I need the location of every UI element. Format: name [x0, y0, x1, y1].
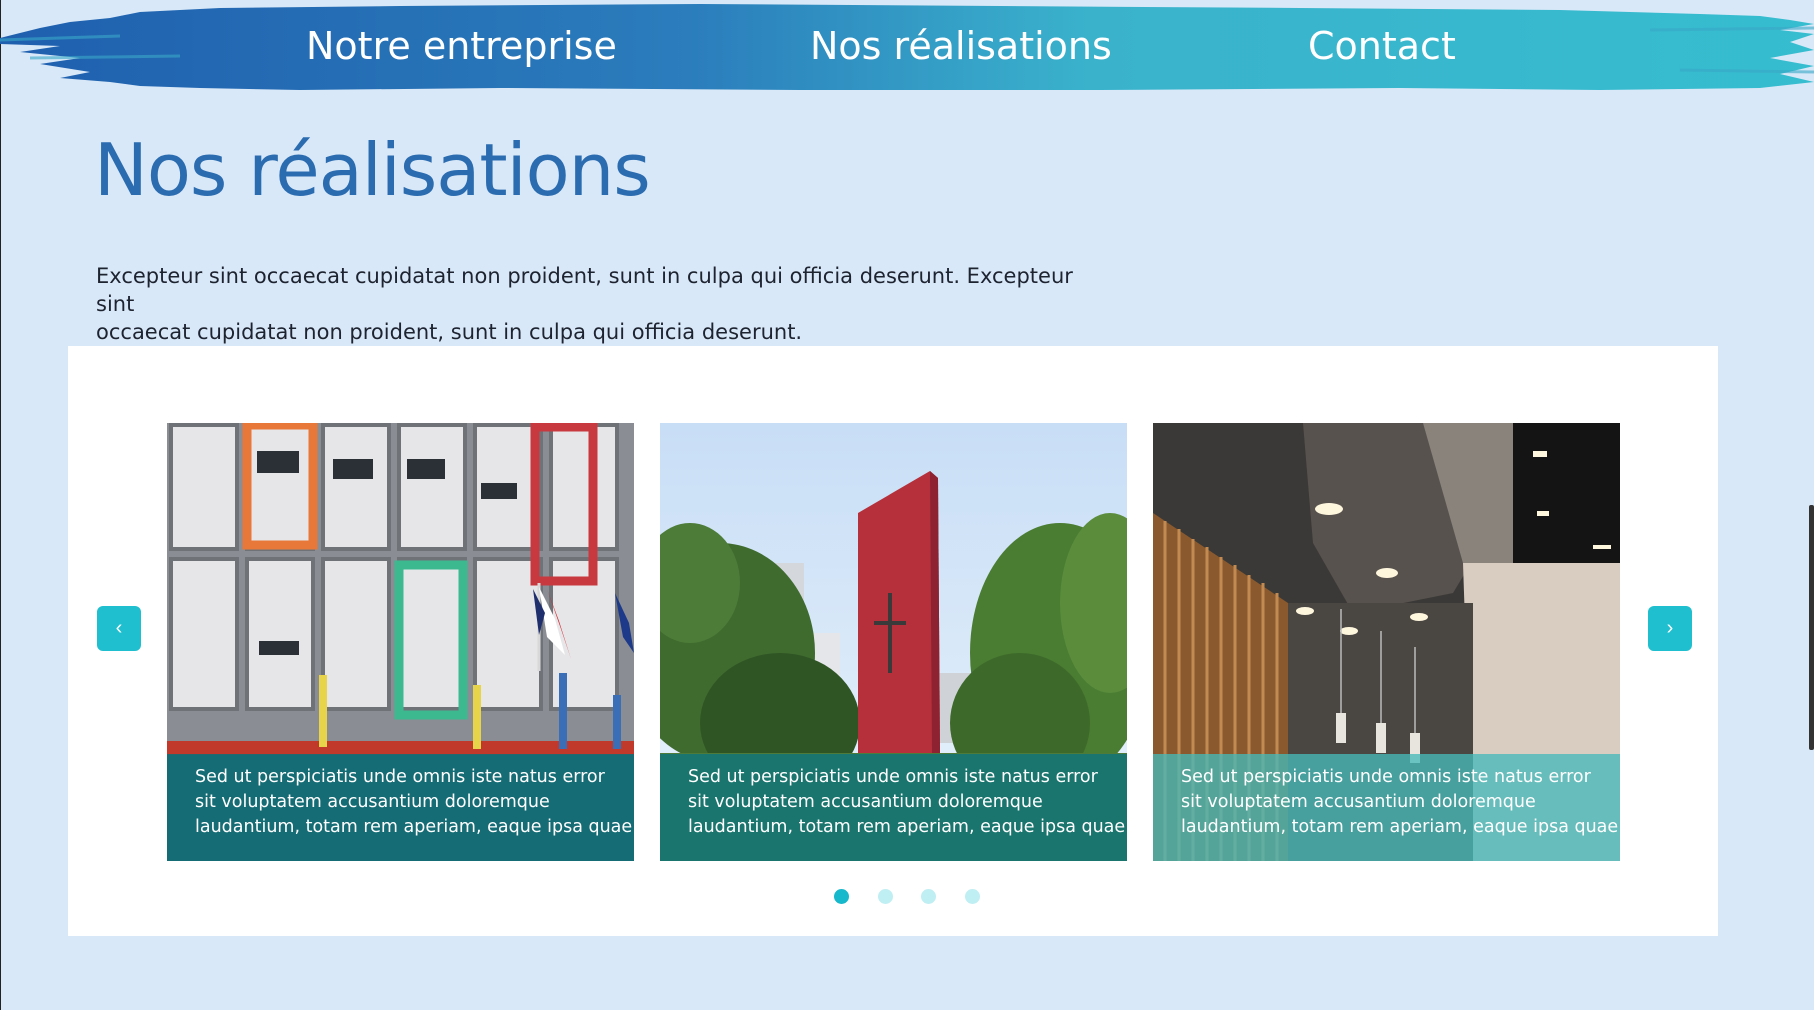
carousel-dot-4[interactable] — [965, 889, 980, 904]
project-card[interactable]: Sed ut perspiciatis unde omnis iste natu… — [660, 423, 1127, 861]
card-caption: Sed ut perspiciatis unde omnis iste natu… — [660, 754, 1127, 861]
caption-line: Sed ut perspiciatis unde omnis iste natu… — [1181, 767, 1591, 787]
caption-line: laudantium, totam rem aperiam, eaque ips… — [688, 817, 1126, 837]
project-card[interactable]: Sed ut perspiciatis unde omnis iste natu… — [167, 423, 634, 861]
page-title: Nos réalisations — [94, 128, 651, 212]
nav-link-nos-realisations[interactable]: Nos réalisations — [810, 18, 1112, 74]
intro-paragraph: Excepteur sint occaecat cupidatat non pr… — [96, 262, 1096, 346]
nav-link-contact[interactable]: Contact — [1308, 18, 1456, 74]
carousel-dot-2[interactable] — [878, 889, 893, 904]
chevron-right-icon: › — [1666, 617, 1674, 639]
card-caption: Sed ut perspiciatis unde omnis iste natu… — [167, 754, 634, 861]
chevron-left-icon: ‹ — [115, 617, 123, 639]
caption-line: Sed ut perspiciatis unde omnis iste natu… — [688, 767, 1098, 787]
scrollbar-thumb[interactable] — [1809, 505, 1814, 750]
caption-line: laudantium, totam rem aperiam, eaque ips… — [195, 817, 633, 837]
nav-link-notre-entreprise[interactable]: Notre entreprise — [306, 18, 617, 74]
carousel-prev-button[interactable]: ‹ — [97, 606, 141, 651]
caption-line: sit voluptatem accusantium doloremque — [195, 792, 550, 812]
caption-line: sit voluptatem accusantium doloremque — [1181, 792, 1536, 812]
card-caption: Sed ut perspiciatis unde omnis iste natu… — [1153, 754, 1620, 861]
caption-line: laudantium, totam rem aperiam, eaque ips… — [1181, 817, 1619, 837]
page-edge-line — [0, 0, 1, 1010]
top-navigation: Notre entreprise Nos réalisations Contac… — [0, 0, 1814, 100]
carousel-dot-1[interactable] — [834, 889, 849, 904]
caption-line: sit voluptatem accusantium doloremque — [688, 792, 1043, 812]
carousel-dot-3[interactable] — [921, 889, 936, 904]
caption-line: Sed ut perspiciatis unde omnis iste natu… — [195, 767, 605, 787]
intro-line-2: occaecat cupidatat non proident, sunt in… — [96, 320, 803, 344]
intro-line-1: Excepteur sint occaecat cupidatat non pr… — [96, 264, 1073, 316]
carousel-next-button[interactable]: › — [1648, 606, 1692, 651]
project-card[interactable]: Sed ut perspiciatis unde omnis iste natu… — [1153, 423, 1620, 861]
